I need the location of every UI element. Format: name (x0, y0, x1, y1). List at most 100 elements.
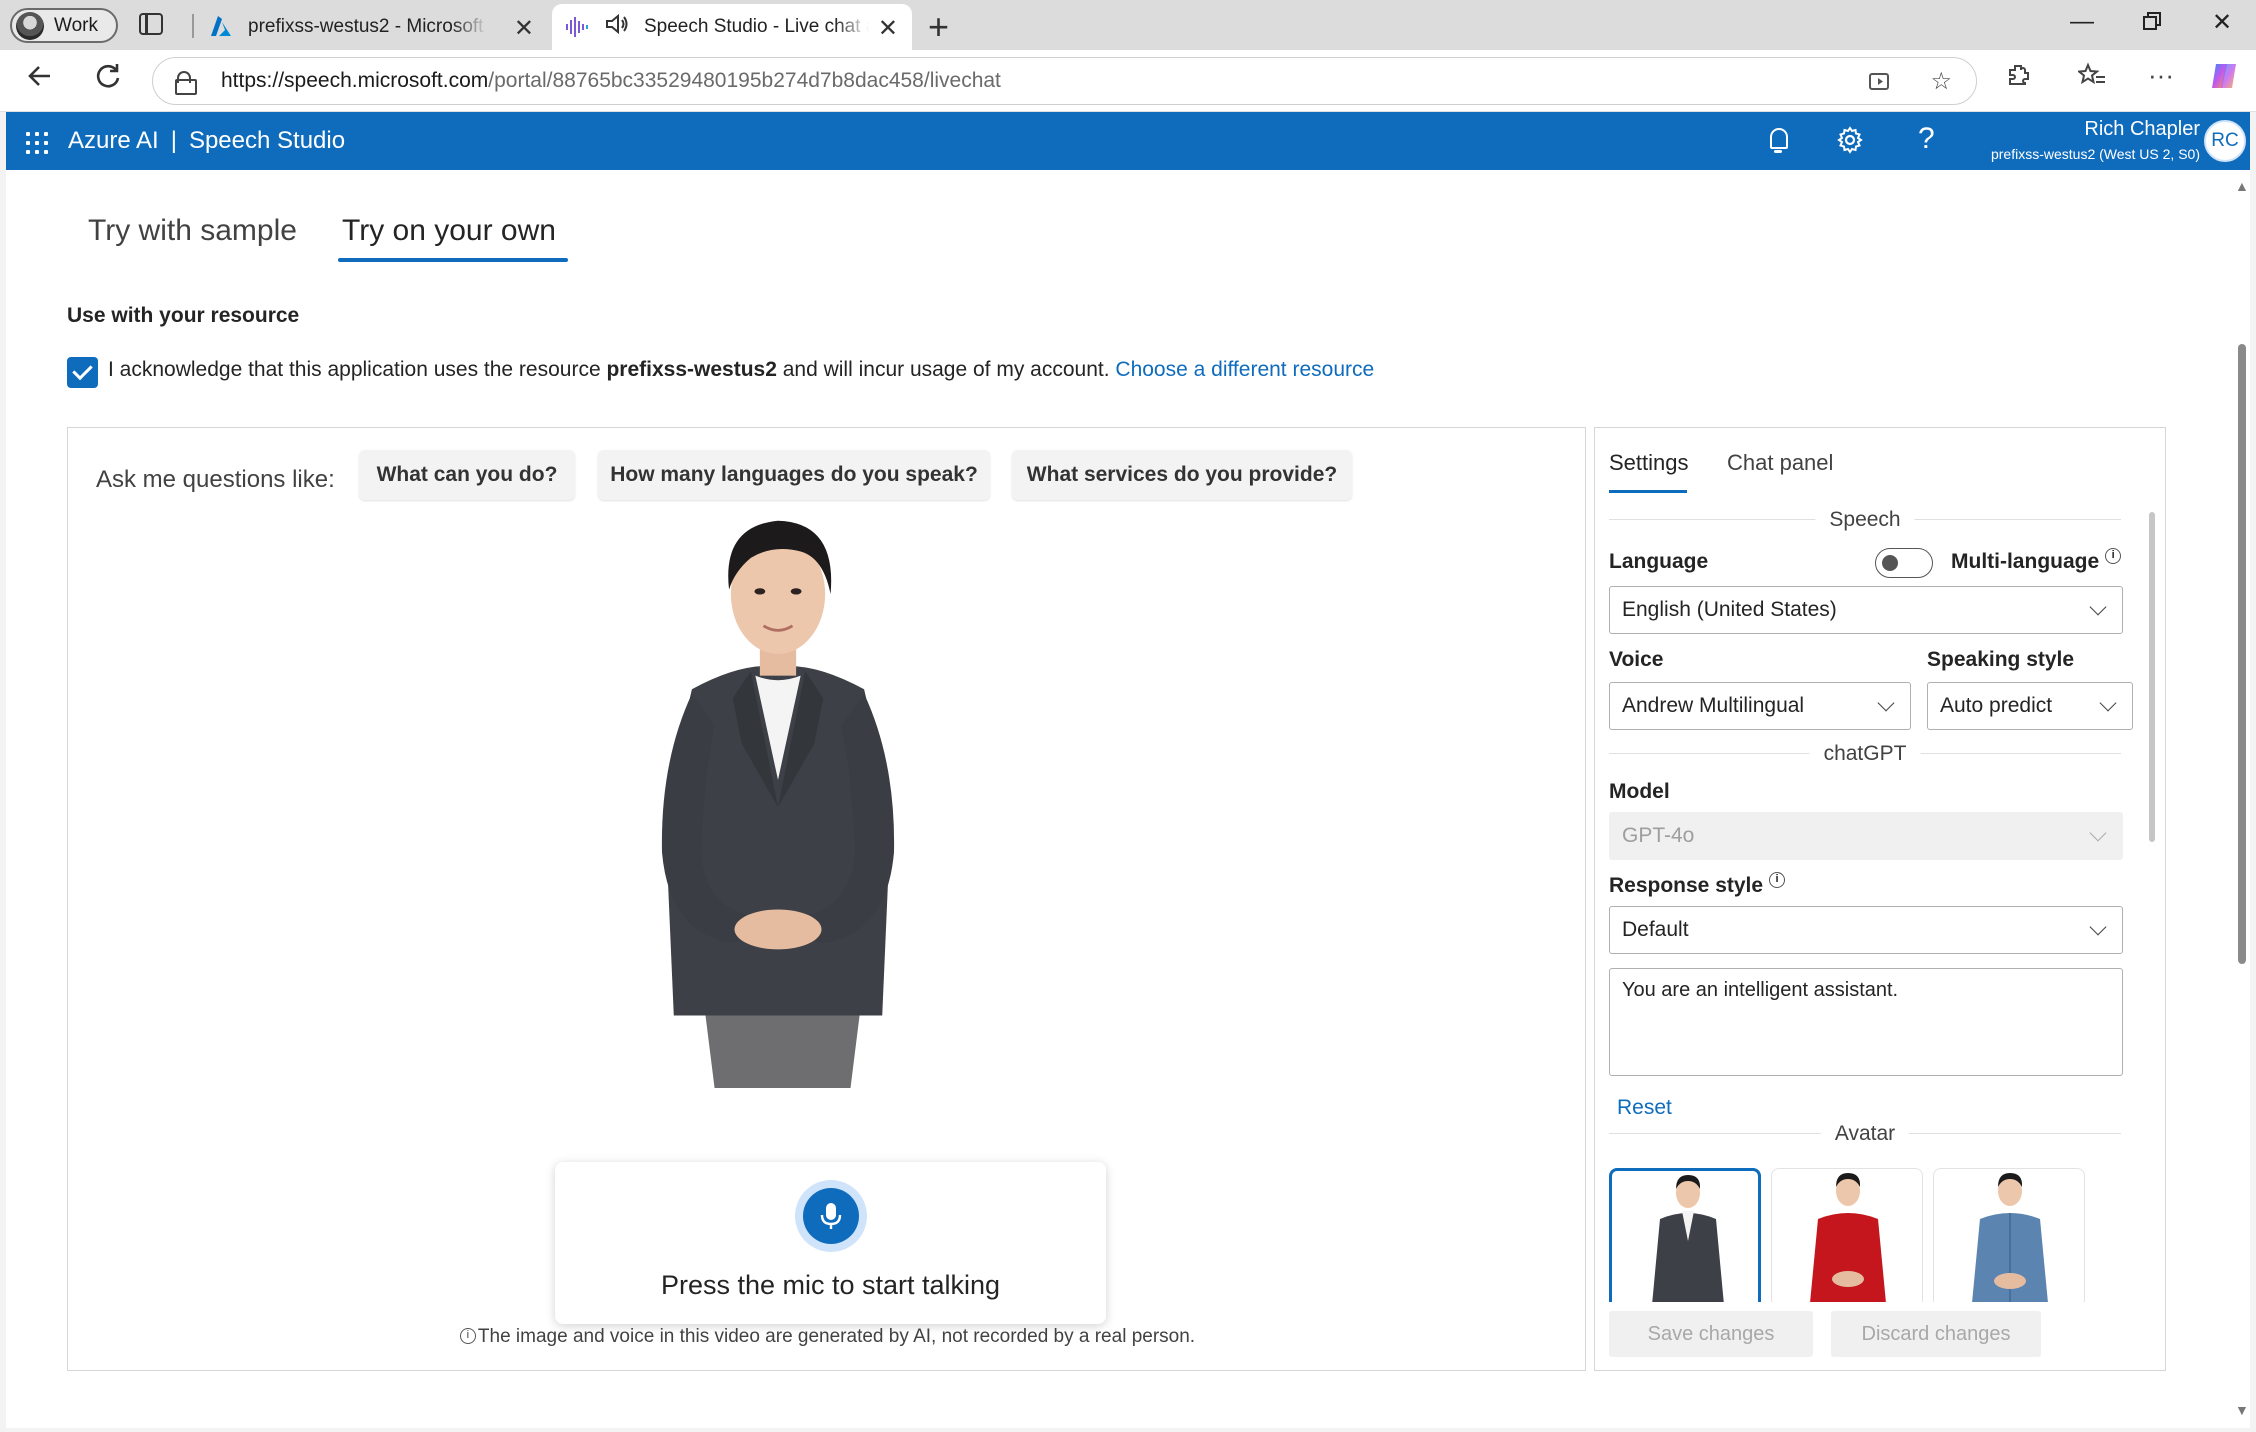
language-label: Language (1609, 550, 1709, 573)
multi-language-text: Multi-language (1951, 550, 2100, 573)
url-field[interactable]: https://speech.microsoft.com/portal/8876… (152, 57, 1977, 105)
multi-language-label: Multi-language i (1951, 548, 2122, 574)
profile-button[interactable]: Work (10, 8, 118, 43)
microphone-button[interactable] (795, 1180, 867, 1252)
model-value: GPT-4o (1622, 824, 1695, 847)
user-name[interactable]: Rich Chapler (2084, 118, 2200, 141)
tab-divider (192, 14, 194, 38)
settings-gear-icon[interactable] (1836, 126, 1864, 161)
refresh-icon[interactable] (94, 62, 122, 98)
address-bar-row: https://speech.microsoft.com/portal/8876… (0, 50, 2256, 112)
tab-chat-panel[interactable]: Chat panel (1727, 450, 1833, 476)
response-style-value: Default (1622, 918, 1689, 941)
minimize-icon[interactable]: — (2062, 8, 2102, 36)
ack-suffix: and will incur usage of my account. (776, 358, 1116, 381)
extensions-icon[interactable] (2006, 62, 2032, 95)
close-tab-icon[interactable]: ✕ (514, 14, 534, 43)
speech-studio-favicon-icon (564, 14, 590, 40)
avatar-option-blazer[interactable] (1609, 1168, 1761, 1302)
main-content: Try with sample Try on your own Use with… (6, 170, 2232, 1428)
chevron-down-icon (2089, 598, 2107, 616)
avatar-thumbnail (1652, 1175, 1724, 1302)
tab-settings[interactable]: Settings (1609, 450, 1689, 476)
model-label: Model (1609, 780, 1670, 803)
settings-tab-indicator (1609, 490, 1687, 493)
scroll-down-icon[interactable]: ▼ (2235, 1402, 2249, 1418)
notifications-bell-icon[interactable] (1768, 128, 1790, 154)
choose-resource-link[interactable]: Choose a different resource (1115, 358, 1374, 381)
avatar-thumbnail (1810, 1173, 1886, 1302)
page-scrollbar[interactable]: ▲ ▼ (2232, 170, 2250, 1428)
suggestion-chip[interactable]: How many languages do you speak? (598, 450, 990, 500)
favorite-star-icon[interactable]: ☆ (1930, 67, 1952, 96)
voice-dropdown[interactable]: Andrew Multilingual (1609, 682, 1911, 730)
close-window-icon[interactable]: ✕ (2202, 8, 2242, 37)
help-question-icon[interactable]: ? (1918, 122, 1935, 156)
multi-language-toggle[interactable] (1875, 548, 1933, 578)
speaking-style-dropdown[interactable]: Auto predict (1927, 682, 2133, 730)
tab-title: Speech Studio - Live chat avatar (644, 16, 869, 37)
reset-link[interactable]: Reset (1617, 1096, 1672, 1120)
speaker-icon[interactable] (604, 12, 630, 42)
chevron-down-icon (2089, 918, 2107, 936)
disclaimer-text: The image and voice in this video are ge… (477, 1326, 1196, 1347)
user-avatar[interactable]: RC (2204, 120, 2246, 162)
response-style-dropdown[interactable]: Default (1609, 906, 2123, 954)
more-options-icon[interactable]: ··· (2148, 60, 2174, 91)
avatar-option-denim-shirt[interactable] (1933, 1168, 2085, 1302)
speaking-style-value: Auto predict (1940, 694, 2053, 717)
chevron-down-icon (1877, 694, 1895, 712)
resource-heading: Use with your resource (67, 304, 300, 327)
voice-value: Andrew Multilingual (1622, 694, 1805, 717)
acknowledge-checkbox[interactable] (67, 357, 98, 388)
scroll-up-icon[interactable]: ▲ (2235, 178, 2249, 194)
lock-icon[interactable] (175, 71, 197, 95)
info-icon[interactable]: i (2105, 548, 2122, 564)
section-title: Speech (1815, 508, 1915, 532)
ask-label: Ask me questions like: (96, 466, 335, 493)
response-style-text: Response style (1609, 874, 1764, 897)
app-launcher-icon[interactable] (26, 132, 48, 154)
tab-try-with-sample[interactable]: Try with sample (88, 214, 297, 248)
avatar-option-red-sweater[interactable] (1771, 1168, 1923, 1302)
suggestion-chip[interactable]: What services do you provide? (1012, 450, 1352, 500)
language-dropdown[interactable]: English (United States) (1609, 586, 2123, 634)
profile-avatar (16, 11, 44, 40)
close-tab-icon[interactable]: ✕ (878, 14, 898, 43)
immersive-reader-icon[interactable] (1868, 70, 1892, 101)
mic-caption: Press the mic to start talking (660, 1270, 1001, 1300)
brand-speech-studio: Speech Studio (188, 127, 346, 154)
mic-card: Press the mic to start talking (555, 1162, 1106, 1324)
voice-label: Voice (1609, 648, 1664, 671)
browser-tab-strip: Work prefixss-westus2 - Microsoft Azure … (0, 0, 2256, 50)
system-prompt-textarea[interactable]: You are an intelligent assistant. (1609, 968, 2123, 1076)
info-icon: i (459, 1328, 476, 1344)
copilot-icon[interactable] (2208, 60, 2240, 99)
tab-actions-icon[interactable] (139, 13, 163, 35)
tab-title: prefixss-westus2 - Microsoft Azure (248, 16, 488, 37)
browser-tab-speech-studio[interactable]: Speech Studio - Live chat avatar ✕ (552, 4, 912, 50)
settings-scrollbar[interactable] (2149, 512, 2155, 842)
favorites-icon[interactable] (2076, 62, 2106, 95)
user-resource: prefixss-westus2 (West US 2, S0) (1990, 146, 2200, 162)
url-host: https://speech.microsoft.com (221, 69, 489, 92)
language-value: English (United States) (1622, 598, 1837, 621)
chevron-down-icon (2099, 694, 2117, 712)
scroll-thumb[interactable] (2238, 344, 2246, 964)
browser-tab-azure[interactable]: prefixss-westus2 - Microsoft Azure ✕ (196, 4, 548, 50)
discard-changes-button: Discard changes (1831, 1311, 2041, 1357)
active-tab-indicator (338, 258, 568, 262)
info-icon[interactable]: i (1769, 872, 1786, 888)
restore-icon[interactable] (2132, 10, 2172, 38)
chevron-down-icon (2089, 824, 2107, 842)
app-brand[interactable]: Azure AI | Speech Studio (68, 127, 345, 155)
acknowledge-text: I acknowledge that this application uses… (108, 358, 1374, 382)
azure-logo-icon (208, 14, 234, 40)
url-text[interactable]: https://speech.microsoft.com/portal/8876… (221, 69, 1001, 93)
speaking-style-label: Speaking style (1927, 648, 2075, 671)
new-tab-icon[interactable]: + (928, 6, 949, 48)
back-arrow-icon[interactable] (26, 62, 54, 98)
ai-disclaimer: i The image and voice in this video are g… (68, 1326, 1587, 1348)
suggestion-chip[interactable]: What can you do? (359, 450, 575, 500)
tab-try-on-your-own[interactable]: Try on your own (342, 214, 556, 248)
